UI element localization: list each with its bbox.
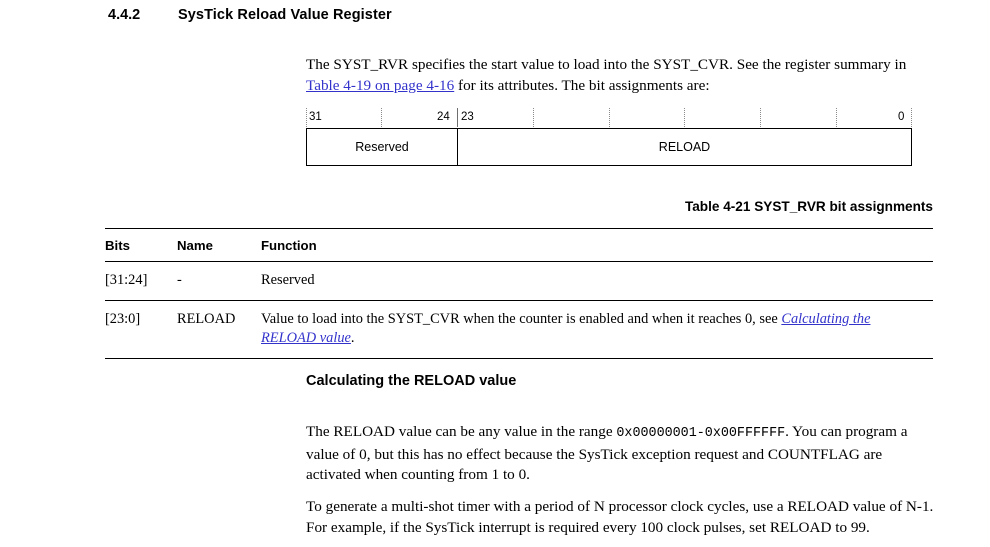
bitfield-reserved-cell: Reserved <box>307 129 458 165</box>
column-header-name: Name <box>177 228 261 262</box>
tick-0-icon <box>911 108 913 127</box>
cell-name: RELOAD <box>177 300 261 359</box>
paragraph1-part-a: The RELOAD value can be any value in the… <box>306 423 617 441</box>
table-4-19-link[interactable]: Table 4-19 on page 4-16 <box>306 77 454 94</box>
bitfield-boxes: Reserved RELOAD <box>306 128 912 166</box>
cell-bits: [23:0] <box>105 300 177 359</box>
cell-function: Value to load into the SYST_CVR when the… <box>261 300 933 359</box>
bit-assignments-table: Bits Name Function [31:24] - Reserved [2… <box>105 228 933 359</box>
bit-label-31: 31 <box>309 111 322 123</box>
tick-16-icon <box>609 108 611 127</box>
table-row: [23:0] RELOAD Value to load into the SYS… <box>105 300 933 359</box>
column-header-function: Function <box>261 228 933 262</box>
cell-function-text: Reserved <box>261 272 315 288</box>
section-title: SysTick Reload Value Register <box>178 7 392 23</box>
subsection-paragraph-1: The RELOAD value can be any value in the… <box>306 422 934 486</box>
tick-4-icon <box>836 108 838 127</box>
tick-28-icon <box>381 108 383 127</box>
bitfield-reload-cell: RELOAD <box>658 140 711 154</box>
table-caption: Table 4-21 SYST_RVR bit assignments <box>684 199 933 214</box>
subsection-paragraph-2: To generate a multi-shot timer with a pe… <box>306 498 934 536</box>
tick-31-icon <box>306 108 308 127</box>
table-row: [31:24] - Reserved <box>105 261 933 301</box>
intro-paragraph: The SYST_RVR specifies the start value t… <box>306 55 934 96</box>
intro-text-part2: for its attributes. The bit assignments … <box>454 76 710 94</box>
table-header-row: Bits Name Function <box>105 228 933 262</box>
tick-20-icon <box>533 108 535 127</box>
bitfield-ruler: 31 24 23 0 <box>306 108 912 128</box>
bit-label-24: 24 <box>437 111 450 123</box>
section-number: 4.4.2 <box>108 7 141 23</box>
cell-function: Reserved <box>261 261 933 301</box>
section-heading: 4.4.2 SysTick Reload Value Register <box>108 7 392 23</box>
cell-name: - <box>177 261 261 301</box>
reload-range-value: 0x00000001-0x00FFFFFF <box>616 426 786 442</box>
cell-function-text: Value to load into the SYST_CVR when the… <box>261 310 782 327</box>
subsection-heading: Calculating the RELOAD value <box>306 373 517 389</box>
bitfield-diagram: 31 24 23 0 Reserved RELOAD <box>306 108 912 166</box>
bit-label-0: 0 <box>898 111 905 123</box>
tick-12-icon <box>684 108 686 127</box>
tick-24-icon <box>457 108 459 127</box>
intro-text-part1: The SYST_RVR specifies the start value t… <box>306 56 907 74</box>
column-header-bits: Bits <box>105 228 177 262</box>
cell-function-tail: . <box>350 330 355 346</box>
tick-8-icon <box>760 108 762 127</box>
bit-label-23: 23 <box>461 111 474 123</box>
cell-bits: [31:24] <box>105 261 177 301</box>
